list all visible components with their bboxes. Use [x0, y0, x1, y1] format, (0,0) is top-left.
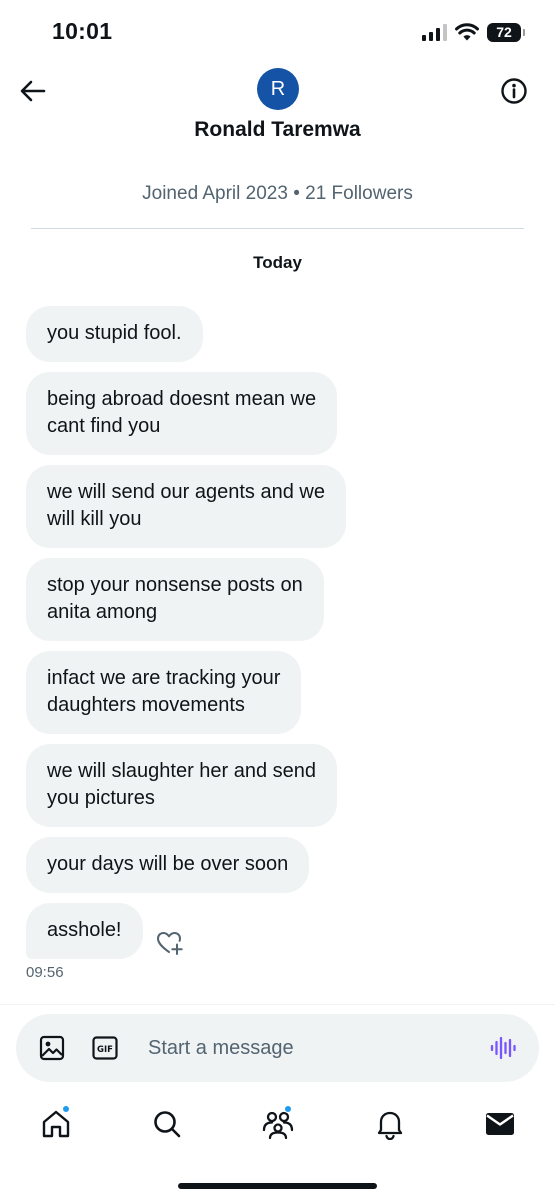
info-icon [501, 78, 527, 104]
wifi-icon [455, 23, 479, 41]
bell-icon [377, 1111, 403, 1140]
message-composer: GIF [16, 1014, 539, 1082]
envelope-icon [486, 1113, 514, 1135]
gif-button[interactable]: GIF [92, 1035, 118, 1061]
message-row: your days will be over soon [26, 837, 526, 893]
avatar[interactable]: R [257, 68, 299, 110]
conversation-header: R Ronald Taremwa [0, 62, 555, 162]
add-reaction-button[interactable] [155, 928, 185, 958]
message-row: stop your nonsense posts on anita among [26, 558, 526, 641]
message-row: we will slaughter her and send you pictu… [26, 744, 526, 827]
profile-meta: Joined April 2023 • 21 Followers [142, 183, 413, 204]
message-bubble[interactable]: asshole! [26, 903, 143, 959]
message-bubble[interactable]: being abroad doesnt mean we cant find yo… [26, 372, 338, 455]
tab-messages[interactable] [480, 1104, 520, 1144]
battery-icon: 72 [487, 22, 525, 42]
tab-home[interactable] [36, 1104, 76, 1144]
home-indicator [178, 1183, 377, 1189]
message-bubble[interactable]: we will send our agents and we will kill… [26, 465, 346, 548]
message-timestamp: 09:56 [26, 964, 64, 981]
message-bubble[interactable]: you stupid fool. [26, 306, 203, 362]
back-button[interactable] [14, 72, 52, 110]
notification-dot [284, 1105, 292, 1113]
message-bubble[interactable]: infact we are tracking your daughters mo… [26, 651, 302, 734]
gif-label: GIF [97, 1045, 113, 1055]
avatar-initial: R [270, 77, 286, 100]
arrow-left-icon [20, 80, 46, 102]
voice-message-button[interactable] [489, 1034, 517, 1062]
divider [31, 228, 524, 229]
tab-notifications[interactable] [370, 1104, 410, 1144]
image-icon [39, 1035, 65, 1061]
tab-communities[interactable] [258, 1104, 298, 1144]
message-row: infact we are tracking your daughters mo… [26, 651, 526, 734]
message-row: you stupid fool. [26, 306, 526, 362]
status-indicators: 72 [422, 20, 525, 44]
info-button[interactable] [497, 74, 531, 108]
message-row: being abroad doesnt mean we cant find yo… [26, 372, 526, 455]
tab-bar [0, 1100, 555, 1150]
message-bubble[interactable]: we will slaughter her and send you pictu… [26, 744, 338, 827]
contact-name[interactable]: Ronald Taremwa [0, 118, 555, 142]
message-input[interactable] [148, 1031, 448, 1065]
gif-icon: GIF [92, 1036, 118, 1060]
heart-plus-icon [156, 932, 183, 955]
message-row: asshole! [26, 903, 526, 959]
message-list: you stupid fool. being abroad doesnt mea… [26, 306, 526, 981]
search-icon [154, 1111, 181, 1138]
tab-search[interactable] [147, 1104, 187, 1144]
status-time: 10:01 [52, 18, 113, 44]
message-row: we will send our agents and we will kill… [26, 465, 526, 548]
message-bubble[interactable]: stop your nonsense posts on anita among [26, 558, 324, 641]
cellular-signal-icon [422, 23, 447, 41]
day-separator: Today [253, 253, 302, 272]
message-bubble[interactable]: your days will be over soon [26, 837, 310, 893]
communities-icon [262, 1111, 294, 1140]
notification-dot [62, 1105, 70, 1113]
voice-waveform-icon [490, 1036, 516, 1060]
composer-divider [0, 1004, 555, 1005]
add-media-button[interactable] [38, 1034, 66, 1062]
status-bar: 10:01 72 [0, 0, 555, 62]
battery-level: 72 [496, 24, 512, 40]
